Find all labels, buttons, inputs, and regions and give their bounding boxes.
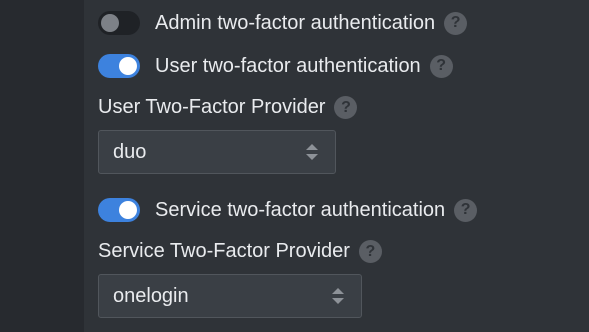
admin-2fa-row: Admin two-factor authentication ?	[98, 11, 468, 35]
service-provider-select[interactable]: onelogin	[98, 274, 362, 318]
user-provider-select[interactable]: duo	[98, 130, 336, 174]
user-2fa-label: User two-factor authentication	[155, 54, 421, 77]
service-2fa-row: Service two-factor authentication ?	[98, 198, 478, 222]
sidebar-background	[0, 0, 84, 332]
user-2fa-row: User two-factor authentication ?	[98, 54, 453, 78]
service-provider-value: onelogin	[113, 284, 189, 307]
service-2fa-label: Service two-factor authentication	[155, 198, 446, 221]
user-provider-label: User Two-Factor Provider	[98, 96, 326, 118]
help-icon[interactable]: ?	[334, 96, 358, 119]
settings-panel: Admin two-factor authentication ? User t…	[98, 0, 589, 332]
admin-2fa-toggle[interactable]	[98, 11, 140, 35]
admin-2fa-label: Admin two-factor authentication	[155, 11, 436, 34]
service-provider-label-row: Service Two-Factor Provider ?	[98, 240, 382, 263]
user-provider-label-row: User Two-Factor Provider ?	[98, 96, 358, 119]
user-provider-value: duo	[113, 140, 147, 163]
toggle-knob	[101, 14, 119, 32]
help-icon[interactable]: ?	[429, 54, 453, 78]
toggle-knob	[119, 57, 137, 75]
service-provider-label: Service Two-Factor Provider	[98, 240, 350, 262]
help-icon[interactable]: ?	[444, 11, 468, 35]
select-arrows-icon	[332, 288, 344, 304]
user-2fa-toggle[interactable]	[98, 54, 140, 78]
help-icon[interactable]: ?	[358, 240, 382, 263]
help-icon[interactable]: ?	[454, 198, 478, 222]
toggle-knob	[119, 201, 137, 219]
service-2fa-toggle[interactable]	[98, 198, 140, 222]
select-arrows-icon	[306, 144, 318, 160]
